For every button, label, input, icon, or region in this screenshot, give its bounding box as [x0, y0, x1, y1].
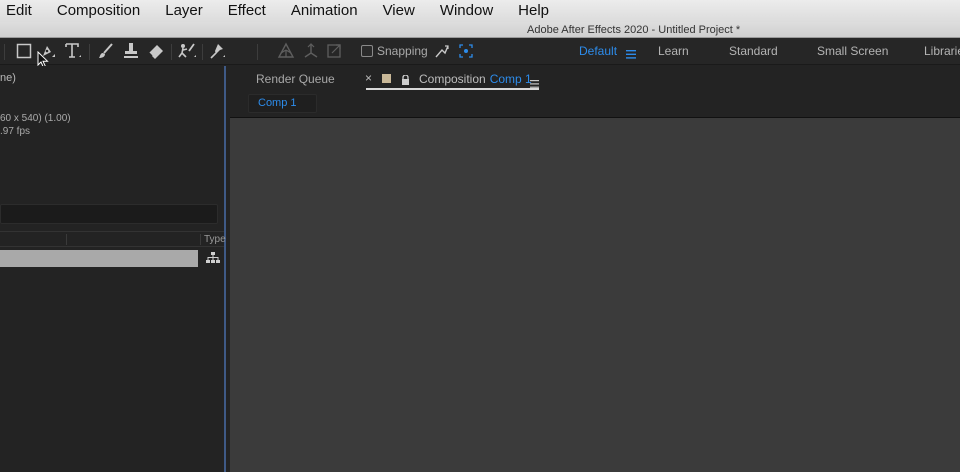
puppet-pin-tool-icon[interactable] — [207, 40, 229, 62]
toolbar-divider — [4, 44, 5, 60]
snapping-toggle[interactable]: Snapping — [361, 44, 428, 58]
menu-window[interactable]: Window — [440, 0, 493, 22]
brush-tool-icon[interactable] — [95, 40, 117, 62]
composition-navigator-bar: Comp 1 — [230, 91, 960, 118]
toolbar-divider — [171, 44, 172, 60]
snap-edges-icon[interactable] — [431, 40, 453, 62]
project-info-resolution: 60 x 540) (1.00) — [0, 113, 71, 124]
composition-color-swatch — [382, 74, 391, 83]
composition-icon — [206, 251, 220, 269]
clone-stamp-tool-icon[interactable] — [120, 40, 142, 62]
window-title: Adobe After Effects 2020 - Untitled Proj… — [527, 24, 741, 36]
eraser-tool-icon[interactable] — [145, 40, 167, 62]
menu-edit[interactable]: Edit — [6, 0, 32, 22]
rectangle-tool-icon[interactable] — [13, 40, 35, 62]
menu-view[interactable]: View — [383, 0, 415, 22]
tab-composition[interactable]: Composition Comp 1 — [419, 72, 532, 86]
menu-effect[interactable]: Effect — [228, 0, 266, 22]
panel-tab-bar: Render Queue × Composition Comp 1 — [230, 66, 960, 91]
toolbar-divider — [89, 44, 90, 60]
composition-viewer[interactable] — [230, 118, 960, 472]
roto-brush-tool-icon[interactable] — [176, 40, 198, 62]
column-divider[interactable] — [200, 234, 201, 245]
workspace-small-screen[interactable]: Small Screen — [817, 44, 888, 58]
workspace-standard[interactable]: Standard — [729, 44, 778, 58]
project-panel: ne) 60 x 540) (1.00) .97 fps Type — [0, 66, 226, 472]
composition-breadcrumb[interactable]: Comp 1 — [248, 94, 317, 113]
project-item-info: 60 x 540) (1.00) .97 fps — [0, 112, 71, 138]
world-axis-mode-icon[interactable] — [300, 40, 322, 62]
column-type[interactable]: Type — [204, 234, 226, 245]
snap-features-icon[interactable] — [455, 40, 477, 62]
view-axis-mode-icon[interactable] — [324, 40, 346, 62]
type-tool-icon[interactable] — [62, 40, 84, 62]
toolbar-divider — [257, 44, 258, 60]
menu-composition[interactable]: Composition — [57, 0, 140, 22]
project-list-item-selected[interactable] — [0, 250, 198, 267]
workspace-default[interactable]: Default — [579, 44, 617, 58]
tab-render-queue[interactable]: Render Queue — [256, 72, 335, 86]
snapping-checkbox[interactable] — [361, 45, 373, 57]
workspace-libraries[interactable]: Librarie — [924, 44, 960, 58]
menu-help[interactable]: Help — [518, 0, 549, 22]
snapping-label: Snapping — [377, 44, 428, 58]
toolbar-divider — [202, 44, 203, 60]
workspace-learn[interactable]: Learn — [658, 44, 689, 58]
tab-composition-name: Comp 1 — [489, 72, 532, 86]
local-axis-mode-icon[interactable] — [275, 40, 297, 62]
menu-layer[interactable]: Layer — [165, 0, 203, 22]
close-tab-icon[interactable]: × — [365, 71, 372, 85]
workspace-menu-icon[interactable] — [626, 46, 636, 64]
project-info-framerate: .97 fps — [0, 126, 31, 137]
tools-toolbar: Snapping Default Learn Standard Small Sc… — [0, 38, 960, 65]
active-tab-indicator — [366, 88, 539, 90]
project-item-name: ne) — [0, 72, 16, 84]
menu-animation[interactable]: Animation — [291, 0, 358, 22]
column-divider[interactable] — [66, 234, 67, 245]
project-search-input[interactable] — [0, 204, 218, 224]
tab-composition-label: Composition — [419, 72, 486, 86]
composition-panel: Render Queue × Composition Comp 1 Comp 1 — [230, 66, 960, 472]
window-title-bar: Adobe After Effects 2020 - Untitled Proj… — [0, 22, 960, 38]
project-column-header: Type — [0, 231, 226, 247]
menu-bar: Edit Composition Layer Effect Animation … — [0, 0, 960, 22]
